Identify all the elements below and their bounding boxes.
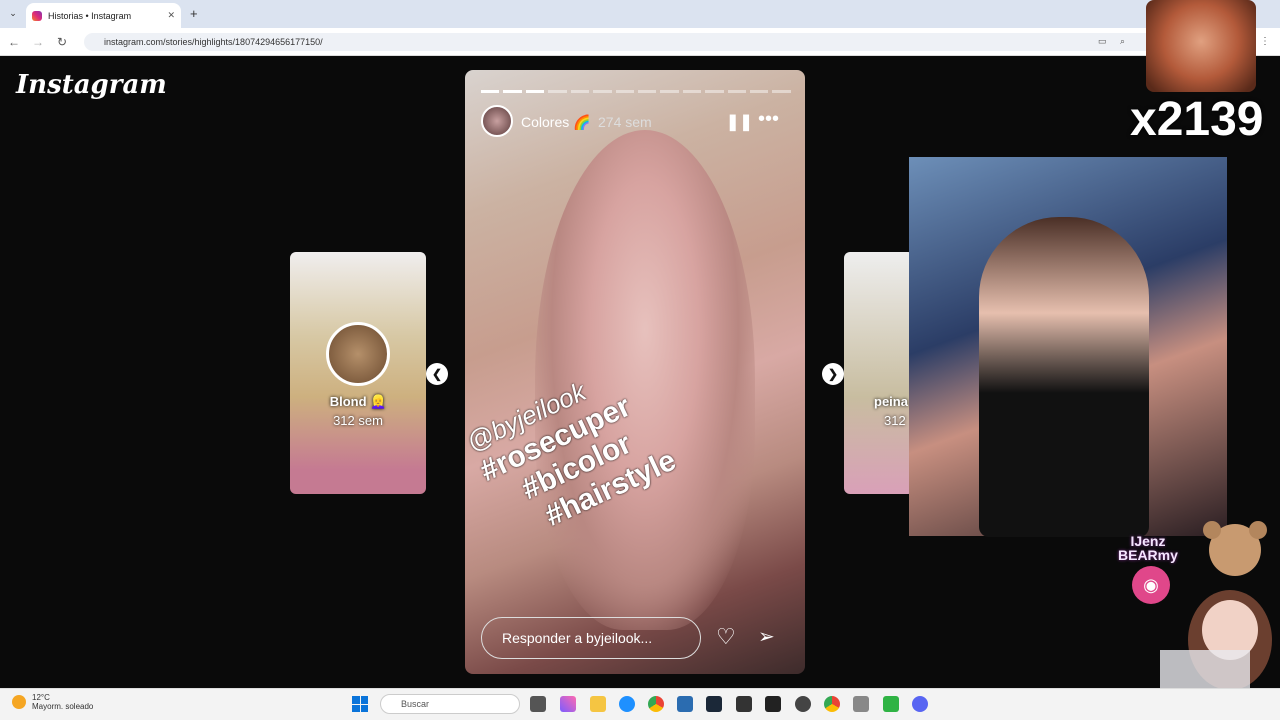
channel-name-line2: BEARmy [1118, 547, 1178, 563]
copilot-icon[interactable] [560, 696, 576, 712]
epic-games-icon[interactable] [765, 696, 781, 712]
progress-segment [772, 90, 791, 93]
tab-title: Historias • Instagram [48, 10, 132, 21]
app-icon[interactable] [883, 696, 899, 712]
cast-icon[interactable]: ▭ [1098, 36, 1110, 48]
next-story-arrow-icon[interactable]: ❯ [822, 363, 844, 385]
story-username[interactable]: Colores 🌈 [521, 114, 591, 131]
windows-start-icon[interactable] [352, 696, 368, 712]
discord-taskbar-icon[interactable] [912, 696, 928, 712]
obs-icon[interactable] [795, 696, 811, 712]
previous-story-arrow-icon[interactable]: ❮ [426, 363, 448, 385]
previous-highlight-preview[interactable]: Blond 👱‍♀️ 312 sem [290, 252, 426, 494]
settings-icon[interactable] [853, 696, 869, 712]
tab-search-icon[interactable]: ⌄ [6, 6, 20, 20]
previous-highlight-time: 312 sem [333, 413, 383, 428]
reload-icon[interactable]: ↻ [54, 34, 70, 50]
progress-segment [615, 90, 634, 93]
progress-segment [481, 90, 500, 93]
send-icon[interactable]: ➢ [758, 624, 775, 649]
progress-segment [503, 90, 522, 93]
progress-segment [525, 90, 545, 93]
reply-input[interactable]: Responder a byjeilook... [481, 617, 701, 659]
weather-description: Mayorm. soleado [32, 702, 94, 711]
steam-icon[interactable] [706, 696, 722, 712]
progress-segment [705, 90, 724, 93]
reply-placeholder: Responder a byjeilook... [502, 630, 653, 646]
task-view-icon[interactable] [530, 696, 546, 712]
new-tab-button[interactable]: + [190, 6, 198, 21]
next-highlight-time: 312 [884, 413, 906, 428]
chrome-profile-icon[interactable] [824, 696, 840, 712]
forward-icon[interactable]: → [30, 34, 46, 50]
taskbar-search-label: Buscar [401, 699, 430, 709]
address-bar[interactable]: instagram.com/stories/highlights/1807429… [84, 33, 1164, 51]
progress-segment [660, 90, 679, 93]
weather-widget[interactable]: 12°C Mayorm. soleado [12, 693, 93, 711]
file-explorer-icon[interactable] [590, 696, 606, 712]
heart-icon[interactable]: ♡ [716, 624, 736, 650]
store-icon[interactable] [677, 696, 693, 712]
chrome-icon[interactable] [648, 696, 664, 712]
channel-name-overlay: IJenz BEARmy [1118, 534, 1178, 562]
more-options-icon[interactable]: ••• [758, 108, 779, 131]
progress-segment [750, 90, 769, 93]
progress-segment [593, 90, 612, 93]
stream-counter: x2139 [1130, 93, 1264, 146]
instagram-favicon-icon [32, 10, 42, 21]
story-timestamp: 274 sem [598, 114, 652, 130]
progress-segment [548, 90, 567, 93]
previous-highlight-avatar [326, 322, 390, 386]
taskbar-search[interactable]: Buscar [380, 694, 520, 714]
progress-segment [682, 90, 702, 93]
progress-segment [637, 90, 657, 93]
discord-icon: ◉ [1132, 566, 1170, 604]
zoom-icon[interactable]: ⌕ [1120, 36, 1132, 48]
url-text: instagram.com/stories/highlights/1807429… [104, 37, 323, 47]
windows-taskbar [0, 688, 1280, 720]
progress-segment [570, 90, 590, 93]
close-tab-icon[interactable]: ✕ [167, 10, 175, 21]
previous-highlight-label: Blond 👱‍♀️ [329, 394, 387, 409]
back-icon[interactable]: ← [6, 34, 22, 50]
edge-icon[interactable] [619, 696, 635, 712]
pause-icon[interactable]: ❚❚ [726, 112, 753, 132]
menu-icon[interactable]: ⋮ [1260, 36, 1272, 48]
progress-segment [727, 90, 747, 93]
next-highlight-preview[interactable]: peina 312 [844, 252, 914, 494]
sun-icon [12, 695, 26, 709]
story-progress-bar [481, 90, 791, 93]
terminal-icon[interactable] [736, 696, 752, 712]
meme-face-image [1146, 0, 1256, 92]
story-avatar[interactable] [481, 105, 513, 137]
next-highlight-label: peina [874, 394, 908, 409]
browser-tab[interactable]: Historias • Instagram ✕ [26, 3, 181, 28]
streamer-image [979, 217, 1149, 537]
instagram-logo[interactable]: Instagram [16, 70, 167, 100]
weather-temp: 12°C [32, 693, 50, 702]
webcam-overlay [909, 157, 1227, 537]
channel-name-line1: IJenz [1130, 533, 1166, 549]
